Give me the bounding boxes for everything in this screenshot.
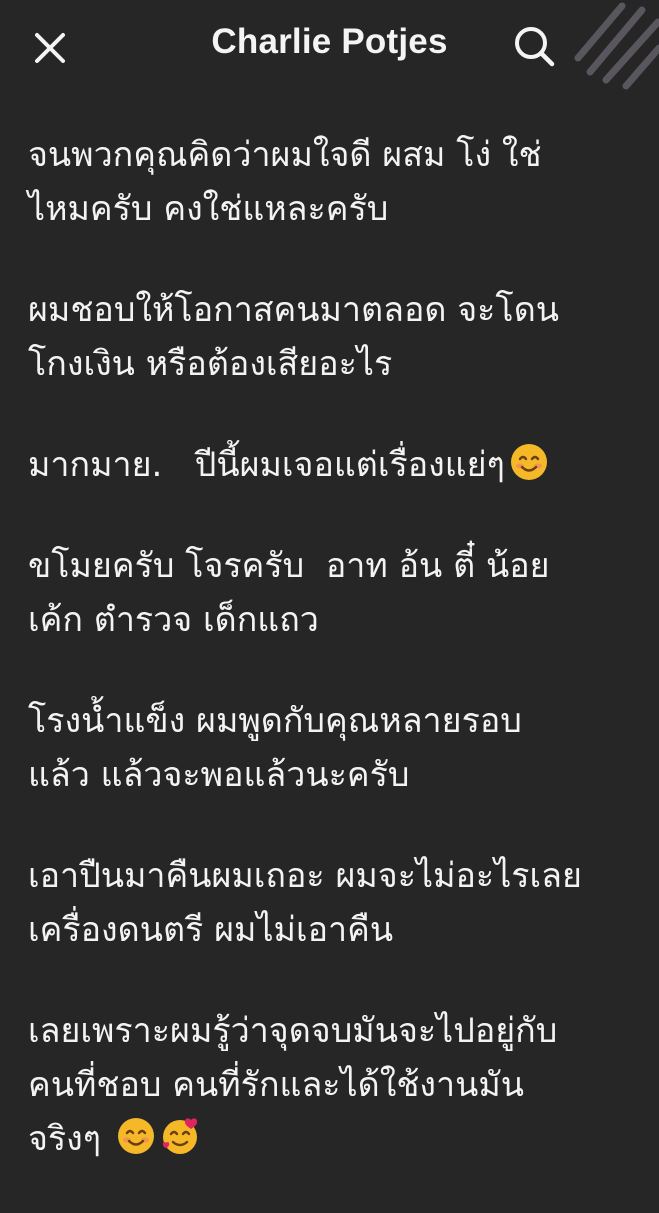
- smiling-face-icon: [510, 444, 547, 480]
- text-line: จริงๆ: [28, 1112, 638, 1166]
- text-line: เครื่องดนตรี ผมไม่เอาคืน: [28, 910, 394, 950]
- search-button[interactable]: [508, 20, 560, 72]
- top-bar: Charlie Potjes: [0, 0, 659, 96]
- paragraph-2: ผมชอบให้โอกาสคนมาตลอด จะโดน โกงเงิน หรือ…: [28, 283, 638, 391]
- text-line: เอาปืนมาคืนผมเถอะ ผมจะไม่อะไรเลย: [28, 856, 582, 896]
- smiling-face-icon: [117, 1118, 154, 1154]
- text-line: คนที่ชอบ คนที่รักและได้ใช้งานมัน: [28, 1065, 524, 1105]
- smiling-face-with-hearts-icon: [162, 1118, 197, 1154]
- text-line: เลยเพราะผมรู้ว่าจุดจบมันจะไปอยู่กับ: [28, 1011, 558, 1051]
- text-line-content: มากมาย. ปีนี้ผมเจอแต่เรื่องแย่ๆ: [28, 445, 505, 485]
- text-line: แล้ว แล้วจะพอแล้วนะครับ: [28, 755, 410, 795]
- text-line: โกงเงิน หรือต้องเสียอะไร: [28, 344, 393, 384]
- paragraph-6: เอาปืนมาคืนผมเถอะ ผมจะไม่อะไรเลย เครื่อง…: [28, 849, 638, 957]
- text-line-content: จริงๆ: [28, 1119, 102, 1159]
- text-line: ขโมยครับ โจรครับ อาท อ้น ตี๋ น้อย: [28, 546, 550, 586]
- text-line: จนพวกคุณคิดว่าผมใจดี ผสม โง่ ใช่: [28, 135, 542, 175]
- text-line: ไหมครับ คงใช่แหละครับ: [28, 189, 389, 229]
- message-body: จนพวกคุณคิดว่าผมใจดี ผสม โง่ ใช่ ไหมครับ…: [28, 128, 638, 1213]
- bottom-edge: [0, 1182, 659, 1200]
- page-title: Charlie Potjes: [211, 22, 448, 61]
- paragraph-5: โรงน้ำแข็ง ผมพูดกับคุณหลายรอบ แล้ว แล้วจ…: [28, 694, 638, 802]
- paragraph-1: จนพวกคุณคิดว่าผมใจดี ผสม โง่ ใช่ ไหมครับ…: [28, 128, 638, 236]
- paragraph-7: เลยเพราะผมรู้ว่าจุดจบมันจะไปอยู่กับ คนที…: [28, 1004, 638, 1166]
- paragraph-3: มากมาย. ปีนี้ผมเจอแต่เรื่องแย่ๆ: [28, 438, 638, 492]
- text-line: โรงน้ำแข็ง ผมพูดกับคุณหลายรอบ: [28, 701, 522, 741]
- text-line: ผมชอบให้โอกาสคนมาตลอด จะโดน: [28, 290, 560, 330]
- text-line: เค้ก ตำรวจ เด็กแถว: [28, 600, 319, 640]
- scribble-mark: [574, 2, 659, 90]
- search-icon: [515, 27, 555, 67]
- paragraph-4: ขโมยครับ โจรครับ อาท อ้น ตี๋ น้อย เค้ก ต…: [28, 539, 638, 647]
- text-line: มากมาย. ปีนี้ผมเจอแต่เรื่องแย่ๆ: [28, 438, 638, 492]
